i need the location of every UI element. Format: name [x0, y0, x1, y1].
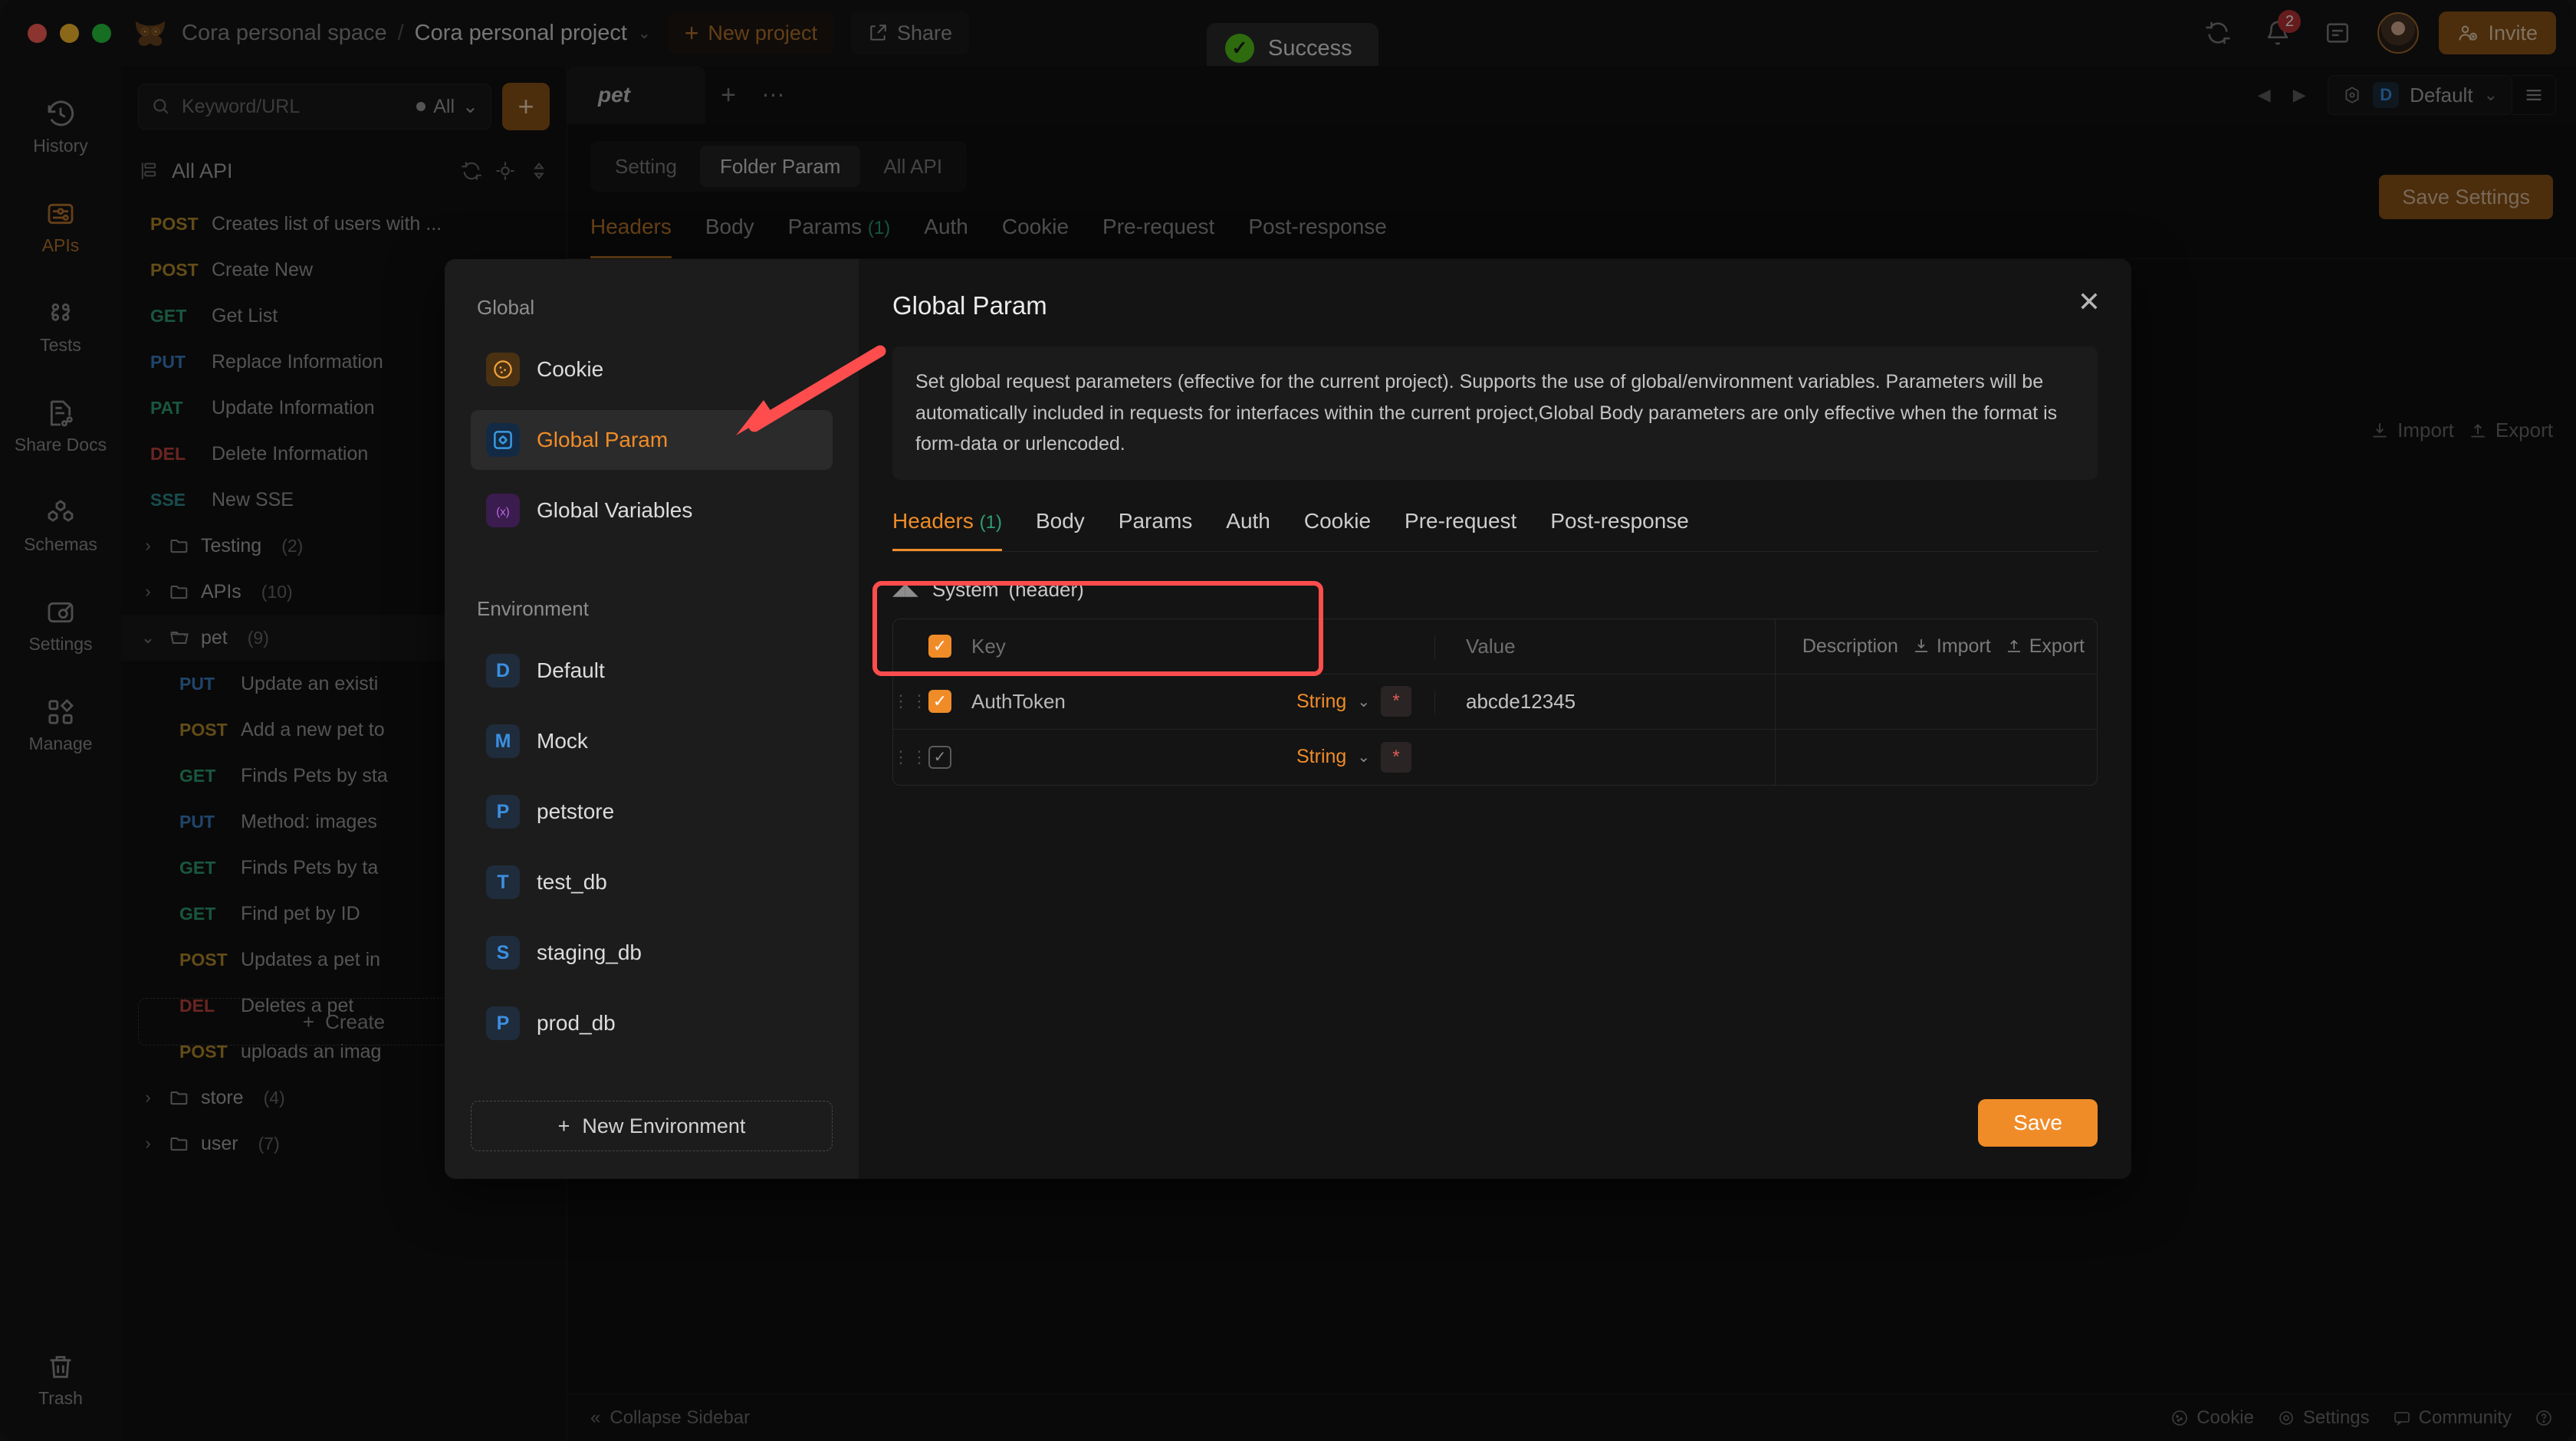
modal-item-global-param[interactable]: Global Param [471, 410, 833, 470]
value-cell[interactable]: abcde12345 [1434, 689, 1775, 714]
table-header-row: ✓ Key Value Description Import Export [893, 619, 2097, 675]
row-checkbox[interactable]: ✓ [928, 745, 951, 769]
table-import-button[interactable]: Import [1912, 635, 1991, 658]
save-button[interactable]: Save [1978, 1099, 2098, 1147]
drag-handle-icon[interactable]: ⋮⋮ [893, 747, 928, 767]
environment-group-label: Environment [477, 597, 589, 620]
modal-tab-body[interactable]: Body [1036, 509, 1085, 551]
required-toggle[interactable]: * [1381, 741, 1412, 773]
modal-tabs: Headers (1) Body Params Auth Cookie Pre-reque… [892, 509, 2098, 552]
modal-body: Global Param ✕ Set global request parame… [859, 259, 2131, 1179]
param-table: ✓ Key Value Description Import Export ⋮⋮… [892, 618, 2098, 786]
modal-item-global-variables[interactable]: (x) Global Variables [471, 481, 833, 540]
environment-label: petstore [537, 799, 615, 823]
type-select[interactable]: String [1296, 691, 1346, 713]
modal-item-cookie[interactable]: Cookie [471, 340, 833, 399]
type-cell: String ⌄ * [1296, 686, 1434, 717]
environment-item-mock[interactable]: M Mock [471, 711, 833, 771]
type-cell: String ⌄ * [1296, 741, 1434, 773]
value-input[interactable]: abcde12345 [1466, 690, 1576, 714]
environment-initial-badge: S [486, 936, 520, 970]
table-import-label: Import [1936, 635, 1991, 657]
environment-label: Mock [537, 729, 588, 753]
modal-tab-post-response[interactable]: Post-response [1550, 509, 1689, 551]
environment-initial-badge: T [486, 865, 520, 899]
drag-handle-icon[interactable]: ⋮⋮ [893, 691, 928, 711]
environment-item-petstore[interactable]: Ppetstore [471, 782, 833, 842]
environment-label: test_db [537, 870, 607, 894]
modal-tab-label: Post-response [1550, 508, 1689, 533]
modal-tab-label: Body [1035, 508, 1085, 533]
global-param-icon [486, 423, 520, 457]
global-variables-icon: (x) [486, 494, 520, 527]
environment-item-default[interactable]: D Default [471, 641, 833, 701]
key-cell[interactable]: ✓ AuthToken [928, 690, 1296, 714]
modal-tab-label: Pre-request [1405, 508, 1517, 533]
environment-item-staging_db[interactable]: Sstaging_db [471, 923, 833, 983]
modal-tab-count: (1) [979, 511, 1002, 533]
modal-description: Set global request parameters (effective… [892, 346, 2098, 480]
new-environment-label: New Environment [582, 1114, 746, 1137]
environment-item-test_db[interactable]: Ttest_db [471, 852, 833, 912]
cookie-icon [486, 353, 520, 386]
row-checkbox[interactable]: ✓ [928, 690, 951, 713]
app-window: Cora personal space / Cora personal proj… [0, 0, 2576, 1441]
chevron-down-icon[interactable]: ⌄ [1357, 747, 1370, 766]
header-key-cell: ✓ Key [928, 635, 1296, 658]
description-cell[interactable] [1775, 674, 2097, 729]
global-group-label: Global [477, 296, 535, 319]
modal-sidebar: Global Cookie Global Param (x) Global Varia… [445, 259, 859, 1179]
modal-item-label: Global Param [537, 428, 669, 451]
modal-item-label: Cookie [537, 357, 604, 381]
required-toggle[interactable]: * [1381, 686, 1412, 717]
modal-item-label: Global Variables [537, 498, 693, 522]
select-all-checkbox[interactable]: ✓ [928, 635, 951, 658]
description-cell[interactable] [1775, 729, 2097, 785]
key-cell[interactable]: ✓ [928, 745, 1296, 769]
table-row[interactable]: ⋮⋮ ✓ String ⌄ * [893, 729, 2097, 785]
table-row[interactable]: ⋮⋮ ✓ AuthToken String ⌄ * abcde12345 [893, 674, 2097, 730]
header-value-label: Value [1466, 634, 1516, 658]
environment-initial-badge: P [486, 1006, 520, 1040]
header-desc-cell: Description Import Export [1775, 619, 2097, 674]
table-export-button[interactable]: Export [2005, 635, 2085, 658]
new-environment-button[interactable]: + New Environment [471, 1101, 833, 1151]
import-icon [1914, 639, 1927, 652]
modal-tab-headers[interactable]: Headers (1) [892, 509, 1002, 551]
environment-initial-badge: P [486, 795, 520, 829]
save-label: Save [2013, 1111, 2062, 1134]
modal-tab-label: Params [1118, 508, 1193, 533]
modal-tab-label: Headers [892, 508, 974, 533]
type-select[interactable]: String [1296, 746, 1346, 768]
header-value-cell: Value [1434, 634, 1775, 658]
environment-label: Default [537, 658, 605, 682]
system-section-label: System (header) [932, 577, 1084, 601]
header-key-label: Key [971, 634, 1006, 658]
modal-tab-params[interactable]: Params [1119, 509, 1192, 551]
chevron-down-icon[interactable]: ⌄ [1357, 692, 1370, 711]
header-description-label: Description [1802, 635, 1898, 657]
modal-tab-label: Auth [1226, 508, 1270, 533]
environment-item-prod_db[interactable]: Pprod_db [471, 993, 833, 1053]
modal-tab-label: Cookie [1303, 508, 1372, 533]
environment-initial-badge: D [486, 654, 520, 688]
plus-icon: + [557, 1114, 570, 1137]
environment-label: staging_db [537, 940, 642, 964]
modal-tab-cookie[interactable]: Cookie [1304, 509, 1371, 551]
environment-label: prod_db [537, 1011, 616, 1035]
system-section-header[interactable]: ◢◣ System (header) [892, 578, 2098, 602]
svg-text:(x): (x) [496, 505, 510, 518]
key-input[interactable]: AuthToken [971, 690, 1066, 714]
modal-title: Global Param [892, 291, 1047, 320]
global-param-modal: Global Cookie Global Param (x) Global Varia… [445, 259, 2131, 1179]
close-icon[interactable]: ✕ [2078, 288, 2101, 316]
collapse-toggle-icon: ◢◣ [892, 579, 918, 599]
modal-tab-auth[interactable]: Auth [1226, 509, 1270, 551]
export-icon [2007, 639, 2020, 652]
table-export-label: Export [2029, 635, 2085, 657]
modal-tab-pre-request[interactable]: Pre-request [1405, 509, 1516, 551]
environment-initial-badge: M [486, 724, 520, 758]
